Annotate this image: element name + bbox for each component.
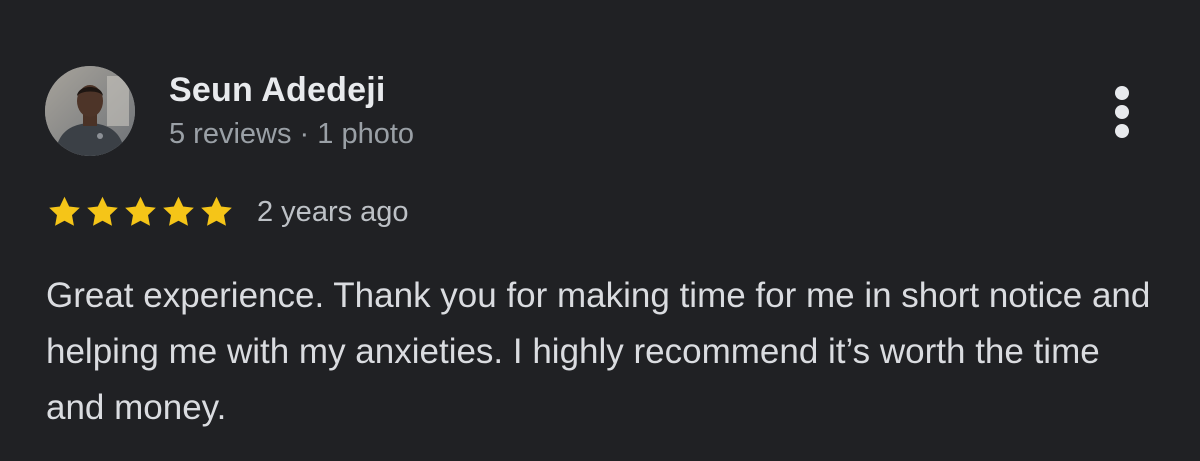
star-icon (87, 196, 118, 226)
avatar-photo-icon (45, 66, 135, 156)
reviewer-name[interactable]: Seun Adedeji (169, 70, 386, 110)
star-icon (201, 196, 232, 226)
review-text: Great experience. Thank you for making t… (46, 276, 1151, 427)
reviewer-meta: 5 reviews · 1 photo (169, 118, 415, 150)
review-date: 2 years ago (257, 195, 409, 228)
reviewer-avatar[interactable] (45, 66, 135, 156)
rating-row: 2 years ago (46, 192, 409, 232)
review-card: Seun Adedeji 5 reviews · 1 photo 2 years… (0, 0, 1200, 461)
star-icon (163, 196, 194, 226)
more-vertical-icon (1115, 86, 1129, 100)
more-options-button[interactable] (1102, 80, 1142, 144)
star-icon (49, 196, 80, 226)
more-vertical-icon (1115, 124, 1129, 138)
star-rating (46, 194, 235, 230)
star-icon (125, 196, 156, 226)
more-vertical-icon (1115, 105, 1129, 119)
